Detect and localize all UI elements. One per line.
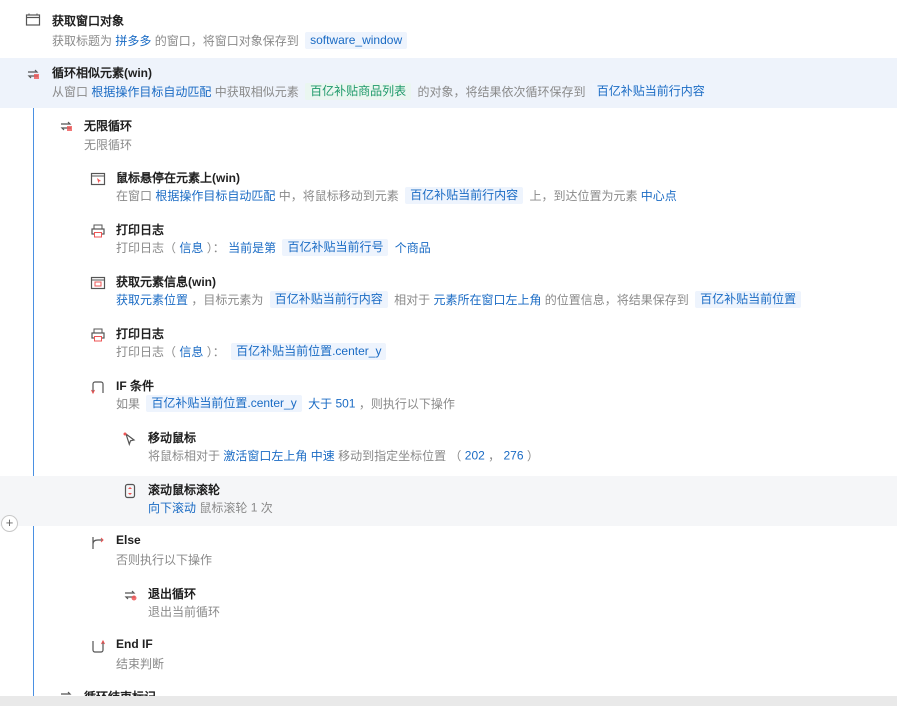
step-title: End IF bbox=[116, 637, 153, 651]
loop-icon bbox=[27, 69, 39, 79]
step-desc: 从窗口 根据操作目标自动匹配 中获取相似元素 百亿补贴商品列表 的对象，将结果依… bbox=[52, 83, 713, 100]
step-else[interactable]: Else 否则执行以下操作 bbox=[0, 528, 897, 578]
step-title: 无限循环 bbox=[84, 119, 133, 133]
step-desc: 向下滚动 鼠标滚轮 1 次 bbox=[148, 500, 273, 516]
step-get-window[interactable]: 获取窗口对象 获取标题为 拼多多 的窗口，将窗口对象保存到 software_w… bbox=[0, 0, 897, 56]
step-print-log[interactable]: 打印日志 打印日志（ 信息 ）： 当前是第 百亿补贴当前行号 个商品 bbox=[0, 216, 897, 266]
step-desc: 结束判断 bbox=[116, 657, 165, 671]
step-desc: 如果 百亿补贴当前位置.center_y 大于 501 ，则执行以下操作 bbox=[116, 395, 455, 412]
variable-chip[interactable]: 百亿补贴当前行内容 bbox=[405, 187, 524, 204]
step-if-condition[interactable]: IF 条件 如果 百亿补贴当前位置.center_y 大于 501 ，则执行以下… bbox=[0, 372, 897, 422]
step-title: 循环相似元素(win) bbox=[52, 66, 152, 80]
step-exit-loop[interactable]: 退出循环 退出当前循环 bbox=[0, 580, 897, 630]
step-loop-end[interactable]: 循环结束标记 bbox=[0, 684, 897, 696]
step-title: IF 条件 bbox=[116, 379, 154, 393]
step-title: 鼠标悬停在元素上(win) bbox=[116, 171, 240, 185]
step-desc: 获取标题为 拼多多 的窗口，将窗口对象保存到 software_window bbox=[52, 32, 410, 49]
step-desc: 将鼠标相对于 激活窗口左上角 中速 移动到指定坐标位置 （ 202 ， 276 … bbox=[148, 448, 539, 464]
window-icon bbox=[25, 13, 41, 26]
printer-icon bbox=[91, 224, 105, 238]
step-move-mouse[interactable]: 移动鼠标 将鼠标相对于 激活窗口左上角 中速 移动到指定坐标位置 （ 202 ，… bbox=[0, 424, 897, 474]
step-title: 打印日志 bbox=[116, 223, 165, 237]
element-chip[interactable]: 百亿补贴商品列表 bbox=[305, 83, 412, 100]
if-branch-icon bbox=[91, 381, 104, 395]
variable-chip[interactable]: 百亿补贴当前位置.center_y bbox=[231, 343, 387, 360]
step-loop-similar[interactable]: 循环相似元素(win) 从窗口 根据操作目标自动匹配 中获取相似元素 百亿补贴商… bbox=[0, 58, 897, 108]
step-title: 获取元素信息(win) bbox=[116, 275, 216, 289]
variable-chip[interactable]: 百亿补贴当前行内容 bbox=[269, 291, 388, 308]
variable-chip[interactable]: 百亿补贴当前行内容 bbox=[591, 83, 710, 100]
scroll-wheel-icon bbox=[124, 483, 136, 499]
step-title: Else bbox=[116, 533, 141, 547]
step-print-log[interactable]: 打印日志 打印日志（ 信息 ）： 百亿补贴当前位置.center_y bbox=[0, 320, 897, 370]
step-infinite-loop[interactable]: 无限循环 无限循环 bbox=[0, 112, 897, 160]
step-end-if[interactable]: End IF 结束判断 bbox=[0, 632, 897, 682]
step-desc: 退出当前循环 bbox=[148, 605, 221, 619]
step-title: 移动鼠标 bbox=[148, 431, 197, 445]
variable-chip[interactable]: 百亿补贴当前位置.center_y bbox=[146, 395, 302, 412]
loop-icon bbox=[61, 691, 72, 695]
mouse-move-icon bbox=[123, 432, 136, 447]
horizontal-scrollbar[interactable] bbox=[0, 696, 897, 706]
step-desc: 获取元素位置 ，目标元素为 百亿补贴当前行内容 相对于 元素所在窗口左上角 的位… bbox=[116, 291, 804, 308]
step-title: 打印日志 bbox=[116, 327, 165, 341]
step-title: 滚动鼠标滚轮 bbox=[148, 483, 221, 497]
step-title: 循环结束标记 bbox=[84, 688, 156, 696]
else-branch-icon bbox=[92, 537, 104, 549]
exit-loop-icon bbox=[124, 590, 137, 601]
step-title: 退出循环 bbox=[148, 587, 197, 601]
step-desc: 打印日志（ 信息 ）： 当前是第 百亿补贴当前行号 个商品 bbox=[116, 239, 431, 256]
step-desc: 在窗口 根据操作目标自动匹配 中，将鼠标移动到元素 百亿补贴当前行内容 上，到达… bbox=[116, 187, 677, 204]
step-get-element-info[interactable]: 获取元素信息(win) 获取元素位置 ，目标元素为 百亿补贴当前行内容 相对于 … bbox=[0, 268, 897, 318]
variable-chip[interactable]: 百亿补贴当前位置 bbox=[695, 291, 802, 308]
step-mouse-hover[interactable]: 鼠标悬停在元素上(win) 在窗口 根据操作目标自动匹配 中，将鼠标移动到元素 … bbox=[0, 164, 897, 214]
variable-chip[interactable]: 百亿补贴当前行号 bbox=[282, 239, 389, 256]
loop-icon bbox=[60, 121, 72, 131]
step-scroll-wheel[interactable]: 滚动鼠标滚轮 向下滚动 鼠标滚轮 1 次 bbox=[0, 476, 897, 526]
step-desc: 无限循环 bbox=[84, 138, 133, 152]
step-desc: 否则执行以下操作 bbox=[116, 553, 213, 567]
endif-icon bbox=[92, 639, 105, 653]
variable-chip[interactable]: software_window bbox=[305, 32, 408, 49]
step-desc: 打印日志（ 信息 ）： 百亿补贴当前位置.center_y bbox=[116, 343, 389, 360]
step-title: 获取窗口对象 bbox=[52, 14, 125, 28]
element-info-icon bbox=[90, 276, 106, 290]
printer-icon bbox=[91, 328, 105, 342]
mouse-hover-icon bbox=[90, 172, 106, 186]
